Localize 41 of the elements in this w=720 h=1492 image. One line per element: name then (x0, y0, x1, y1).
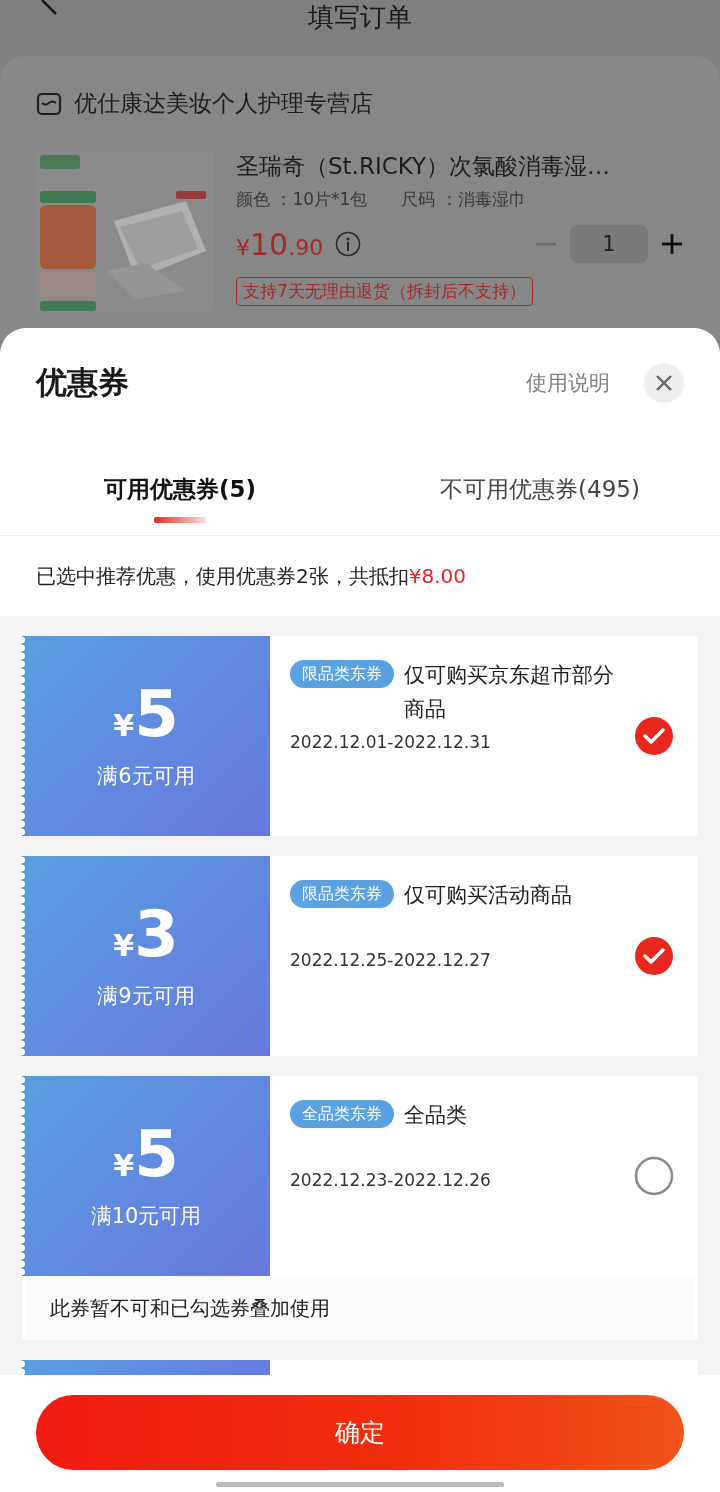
product-spec: 尺码 ：消毒湿巾 (401, 188, 526, 211)
coupon-type-tag: 限品类东券 (290, 660, 394, 688)
coupon-validity: 2022.12.23-2022.12.26 (290, 1170, 492, 1190)
coupon-title: 仅可购买京东超市部分商品 (404, 662, 615, 723)
coupon-amount: ¥3 (113, 902, 179, 966)
coupon-amount: ¥5 (113, 682, 179, 746)
coupon-tab[interactable]: 可用优惠券(5) (0, 438, 360, 535)
coupon-type-tag: 限品类东券 (290, 880, 394, 908)
product-name: 圣瑞奇（St.RICKY）次氯酸消毒湿… (236, 152, 612, 181)
discount-summary: 已选中推荐优惠，使用优惠券2张，共抵扣¥8.00 (36, 562, 466, 590)
unchecked-icon[interactable] (634, 1156, 674, 1196)
coupon-type-tag: 全品类东券 (290, 1100, 394, 1128)
page-title: 填写订单 (308, 2, 412, 34)
coupon-tab[interactable]: 不可用优惠券(495) (360, 438, 720, 535)
close-icon (655, 374, 673, 392)
checked-icon[interactable] (634, 936, 674, 976)
sheet-title: 优惠券 (36, 363, 129, 402)
store-name: 优仕康达美妆个人护理专营店 (74, 89, 373, 118)
checked-icon[interactable] (634, 716, 674, 756)
coupon-condition: 满10元可用 (90, 1203, 202, 1230)
coupon-card[interactable]: ¥3 满9元可用 限品类东券 仅可购买活动商品 2022.12.25-2022.12.27 (22, 856, 698, 1056)
close-button[interactable] (644, 363, 684, 403)
coupon-validity: 2022.12.01-2022.12.31 (290, 732, 492, 752)
plus-icon[interactable] (660, 232, 684, 256)
return-policy-tag: 支持7天无理由退货（拆封后不支持） (236, 277, 533, 306)
quantity-field[interactable]: 1 (570, 225, 648, 263)
info-icon[interactable] (335, 231, 362, 257)
store-icon (36, 90, 62, 117)
product-price: ¥10.90 (236, 226, 324, 262)
confirm-button[interactable]: 确定 (36, 1395, 684, 1470)
coupon-condition: 满6元可用 (97, 763, 195, 790)
coupon-note: 此券暂不可和已勾选券叠加使用 (50, 1294, 330, 1322)
coupon-condition: 满9元可用 (97, 983, 195, 1010)
coupon-title: 全品类 (404, 1102, 467, 1129)
coupon-validity: 2022.12.25-2022.12.27 (290, 950, 492, 970)
coupon-amount: ¥5 (113, 1122, 179, 1186)
coupon-card[interactable]: ¥5 满6元可用 限品类东券 仅可购买京东超市部分商品 2022.12.01-2022.12.31 (22, 636, 698, 836)
product-spec: 颜色 ：10片*1包 (236, 188, 368, 211)
usage-instructions-link[interactable]: 使用说明 (526, 369, 610, 397)
coupon-title: 仅可购买活动商品 (404, 882, 572, 909)
coupon-card[interactable]: ¥5 满10元可用 全品类东券 全品类 2022.12.23-2022.12.26 此券暂不可和已勾选券叠加使用 (22, 1076, 698, 1340)
